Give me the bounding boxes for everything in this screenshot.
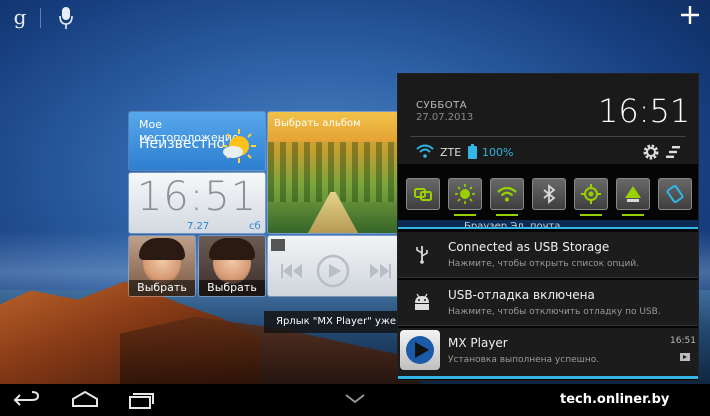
mx-player-app-tile — [400, 330, 440, 370]
network-icon — [625, 186, 641, 202]
data-sync-icon — [414, 188, 432, 201]
network-name: ZTE — [440, 146, 462, 159]
google-search-icon[interactable]: g — [10, 6, 30, 28]
quick-settings-toggles — [406, 178, 692, 216]
music-player-widget — [268, 236, 398, 296]
data-toggle[interactable] — [406, 178, 440, 210]
contact-widget-2[interactable]: Выбрать — [199, 236, 265, 296]
notification-shade: СУББОТА 27.07.2013 16:51 ZTE 100% Браузе… — [398, 74, 698, 380]
rotation-toggle[interactable] — [658, 178, 692, 210]
settings-gear-icon[interactable] — [642, 143, 660, 161]
back-icon[interactable] — [12, 390, 42, 410]
notification-usb-storage[interactable]: Connected as USB Storage Нажмите, чтобы … — [398, 232, 698, 278]
sun-cloud-icon — [222, 129, 256, 163]
notification-text: Нажмите, чтобы открыть список опций. — [448, 259, 640, 269]
shade-day: СУББОТА — [416, 100, 468, 111]
contact-hair-2 — [209, 238, 255, 260]
android-icon — [415, 293, 429, 310]
shade-header: СУББОТА 27.07.2013 16:51 ZTE 100% — [398, 74, 698, 164]
mic-icon[interactable] — [58, 6, 74, 30]
notification-title: USB-отладка включена — [448, 288, 595, 302]
shade-bottom-line — [398, 376, 698, 379]
home-icon[interactable] — [70, 390, 100, 410]
play-icon[interactable] — [316, 254, 350, 288]
brightness-toggle[interactable] — [448, 178, 482, 216]
toast-message: Ярлык "MX Player" уже сущ — [264, 311, 404, 333]
battery-icon — [468, 144, 477, 159]
plus-icon[interactable] — [679, 4, 701, 26]
notification-title: MX Player — [448, 336, 508, 350]
top-bar-divider — [40, 8, 41, 28]
brightness-icon — [455, 184, 475, 204]
rotation-icon — [666, 184, 684, 204]
notification-separator — [398, 277, 698, 278]
notification-mx-player[interactable]: MX Player Установка выполнена успешно. 1… — [398, 328, 698, 378]
brightness-toggle-indicator — [454, 214, 476, 216]
gps-toggle-indicator — [580, 214, 602, 216]
notification-usb-debugging[interactable]: USB-отладка включена Нажмите, чтобы откл… — [398, 280, 698, 326]
notification-title: Connected as USB Storage — [448, 240, 610, 254]
album-art-thumb — [271, 239, 285, 251]
usb-icon — [416, 246, 428, 264]
clock-widget[interactable]: 16:51 7.27 сб — [129, 173, 265, 233]
mx-player-icon — [406, 336, 434, 364]
location-value: Неизвестно — [139, 136, 226, 152]
location-weather-widget[interactable]: Мое местоположение Неизвестно — [129, 112, 265, 170]
prev-icon[interactable] — [280, 262, 304, 280]
contact-pick-label-1: Выбрать — [129, 280, 195, 296]
network-toggle-indicator — [622, 214, 644, 216]
notification-time: 16:51 — [670, 336, 696, 346]
gps-toggle[interactable] — [574, 178, 608, 216]
contact-pick-label-2: Выбрать — [199, 280, 265, 296]
recent-apps-icon[interactable] — [126, 390, 156, 410]
wifi-status-icon — [416, 144, 434, 158]
gps-icon — [581, 184, 601, 204]
notification-separator — [398, 325, 698, 326]
network-toggle[interactable] — [616, 178, 650, 216]
video-icon — [680, 353, 690, 361]
contact-widget-1[interactable]: Выбрать — [129, 236, 195, 296]
shade-handle-icon[interactable] — [344, 392, 366, 406]
shade-date: 27.07.2013 — [416, 112, 474, 123]
bluetooth-icon — [543, 184, 556, 204]
bluetooth-toggle[interactable] — [532, 178, 566, 210]
clock-time: 16:51 — [136, 174, 258, 220]
top-bar: g — [0, 0, 710, 36]
shade-divider — [410, 136, 686, 137]
album-title: Выбрать альбом — [274, 118, 361, 129]
shade-time: 16:51 — [598, 92, 691, 130]
clear-all-icon[interactable] — [666, 146, 680, 158]
clock-date: 7.27 — [187, 221, 210, 232]
battery-level: 100% — [482, 146, 514, 159]
notification-text: Нажмите, чтобы отключить отладку по USB. — [448, 307, 661, 317]
watermark: tech.onliner.by — [560, 392, 670, 407]
notification-text: Установка выполнена успешно. — [448, 355, 600, 365]
contact-hair-1 — [139, 238, 185, 260]
wifi-toggle-indicator — [496, 214, 518, 216]
wifi-toggle[interactable] — [490, 178, 524, 216]
clock-day: сб — [249, 221, 261, 232]
shade-accent-line — [398, 227, 698, 229]
next-icon[interactable] — [368, 262, 392, 280]
navigation-bar: tech.onliner.by — [0, 384, 710, 416]
album-widget[interactable]: Выбрать альбом — [268, 112, 398, 233]
wifi-icon — [497, 186, 517, 202]
